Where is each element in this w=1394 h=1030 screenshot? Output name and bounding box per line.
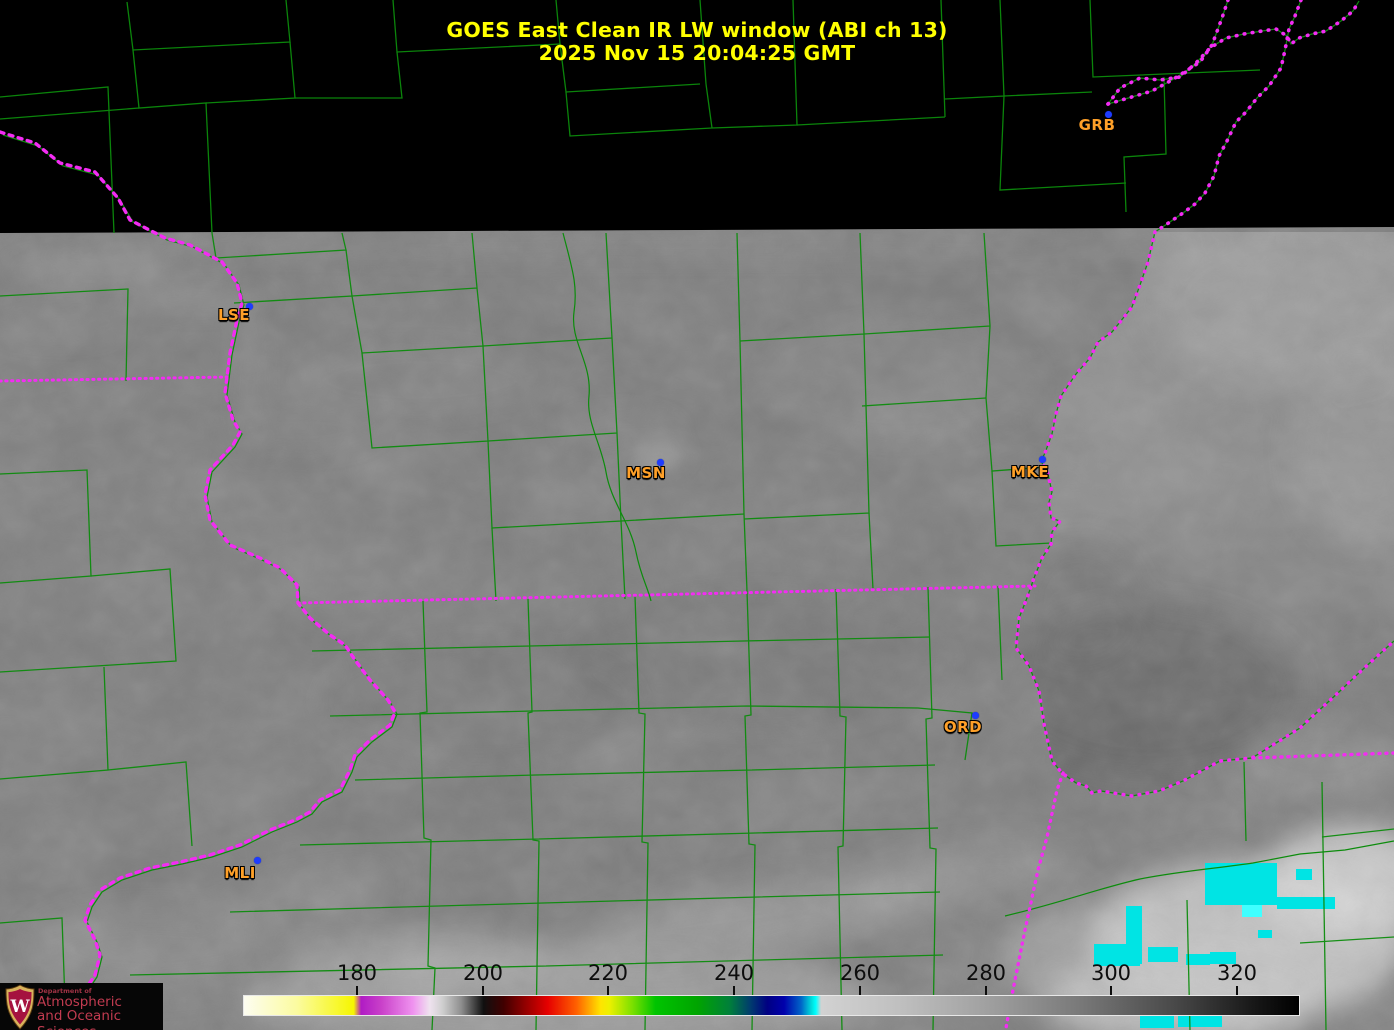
crest-monogram: W (9, 997, 30, 1017)
satellite-image-viewer: GOES East Clean IR LW window (ABI ch 13)… (0, 0, 1394, 1030)
colorbar-tick-mark (859, 986, 861, 995)
colorbar-tick-label: 200 (462, 961, 504, 985)
colorbar-tick-label: 220 (587, 961, 629, 985)
product-title-line1: GOES East Clean IR LW window (ABI ch 13) (446, 18, 948, 42)
product-title-line2: 2025 Nov 15 20:04:25 GMT (538, 41, 856, 65)
colorbar-tick-mark (356, 986, 358, 995)
colorbar-tick-label: 180 (336, 961, 378, 985)
station-label: LSE (217, 306, 251, 324)
station-label: GRB (1078, 116, 1116, 134)
colorbar-tick-mark (985, 986, 987, 995)
colorbar-gradient (243, 995, 1300, 1016)
station-label: ORD (943, 718, 983, 736)
uw-crest-icon: W (5, 984, 35, 1030)
logo-name-line2: and Oceanic Sciences (37, 1008, 122, 1030)
colorbar-tick-label: 280 (965, 961, 1007, 985)
station-dot (1039, 456, 1046, 463)
colorbar-tick-label: 300 (1090, 961, 1132, 985)
product-title: GOES East Clean IR LW window (ABI ch 13)… (0, 19, 1394, 65)
uw-aos-logo: W Department of Atmospheric and Oceanic … (0, 983, 163, 1030)
station-dot (254, 857, 261, 864)
station-label: MKE (1010, 463, 1050, 481)
colorbar-tick-label: 320 (1216, 961, 1258, 985)
station-label: MLI (224, 864, 256, 882)
colorbar-tick-mark (482, 986, 484, 995)
pixel-grain-noise (0, 227, 1394, 1030)
colorbar-tick-mark (607, 986, 609, 995)
colorbar-tick-mark (733, 986, 735, 995)
colorbar-tick-label: 240 (713, 961, 755, 985)
satellite-map-canvas (0, 0, 1394, 1030)
colorbar-tick-mark (1110, 986, 1112, 995)
station-label: MSN (626, 464, 666, 482)
ir-imagery-layer (0, 227, 1394, 1030)
colorbar-tick-label: 260 (839, 961, 881, 985)
colorbar-tick-mark (1236, 986, 1238, 995)
